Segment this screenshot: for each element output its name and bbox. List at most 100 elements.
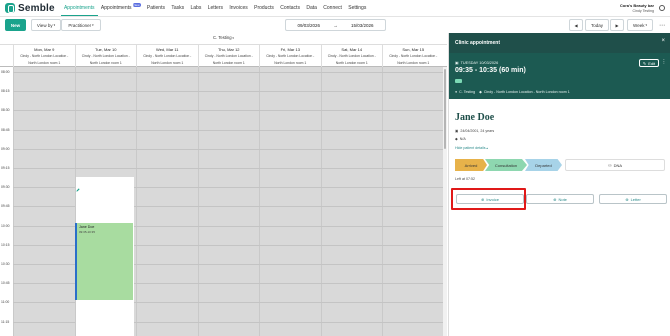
user-account-icon[interactable]: [659, 5, 665, 11]
account-menu[interactable]: Cora's Beauty bar Cindy Testing: [620, 3, 654, 13]
time-gridline: [13, 72, 443, 73]
time-label: 10:00: [1, 223, 10, 228]
panel-title: Clinic appointment: [455, 40, 500, 46]
day-name: Tue, Mar 10: [95, 47, 117, 52]
close-icon[interactable]: ×: [661, 38, 665, 44]
top-nav: Semble Appointments Appointments New Pati…: [0, 0, 670, 17]
date-range-picker[interactable]: 09/03/2026 → 15/03/2026: [285, 19, 386, 31]
time-label: 08:45: [1, 127, 10, 132]
time-label: 10:30: [1, 262, 10, 266]
edit-label: Edit: [648, 60, 656, 66]
practitioner-filter[interactable]: C. Testing ▾: [0, 33, 447, 42]
next-week-button[interactable]: ▶: [610, 19, 624, 31]
date-text: TUESDAY 10/03/2026: [460, 60, 499, 65]
patient-name[interactable]: Jane Doe: [455, 112, 494, 123]
nav-label: Patients: [146, 5, 165, 11]
chevron-down-icon: ▾: [53, 23, 56, 27]
today-button[interactable]: Today: [585, 19, 609, 31]
stage-arrived[interactable]: Arrived: [455, 159, 487, 171]
nav-letters[interactable]: Letters: [205, 0, 227, 16]
nav-label: Settings: [348, 5, 367, 11]
plus-circle-icon: ⊕: [625, 196, 629, 202]
day-header[interactable]: Sat, Mar 14 Cindy - North London Location…: [320, 45, 383, 68]
stage-consultation[interactable]: Consultation: [485, 159, 527, 171]
appointment-meta: ● C. Testing ◆ Cindy - North London Locati…: [455, 90, 570, 94]
nav-patients[interactable]: Patients: [144, 0, 168, 16]
practitioner-dropdown[interactable]: Practitioner ▾: [61, 19, 101, 31]
edit-button[interactable]: ✎ Edit: [639, 59, 659, 67]
appointment-summary: ▣ TUESDAY 10/03/2026 09:35 - 10:35 (60 mi…: [449, 53, 670, 99]
calendar-grid[interactable]: 08:00 08:15 08:30 08:45 09:00 09:15 09:30 09:45…: [0, 67, 443, 336]
nav-appointments-new[interactable]: Appointments New: [98, 0, 144, 16]
nav-products[interactable]: Products: [251, 0, 277, 16]
note-button[interactable]: ⊕ Note: [526, 194, 594, 204]
time-gridline: [13, 129, 443, 131]
day-column[interactable]: [320, 67, 383, 336]
day-column[interactable]: [13, 67, 75, 336]
day-header[interactable]: Thu, Mar 12 Cindy - North London Location…: [197, 45, 260, 68]
nav-tasks[interactable]: Tasks: [168, 0, 187, 16]
day-column[interactable]: [382, 67, 444, 336]
nav-label: Letters: [207, 5, 224, 11]
day-header[interactable]: Tue, Mar 10 Cindy - North London Location…: [74, 45, 137, 68]
nav-appointments[interactable]: Appointments: [60, 0, 98, 16]
day-header[interactable]: Mon, Mar 9 Cindy - North London Location …: [13, 45, 75, 68]
appointment-block[interactable]: Jane Doe 09:35-10:35: [75, 223, 133, 300]
location-line: Cindy - North London Location -: [143, 54, 192, 58]
day-header[interactable]: Sun, Mar 15 Cindy - North London Location…: [382, 45, 444, 68]
new-button[interactable]: New: [5, 19, 26, 31]
semble-logo[interactable]: Semble: [5, 3, 55, 14]
more-options-icon[interactable]: ⋯: [656, 19, 668, 31]
nav-label: Appointments: [63, 4, 95, 11]
week-calendar: C. Testing ▾ Mon, Mar 9 Cindy - North Lon…: [0, 33, 447, 336]
appointment-date: ▣ TUESDAY 10/03/2026: [455, 60, 499, 66]
day-column[interactable]: [197, 67, 260, 336]
location-line: Cindy - North London Location -: [20, 54, 69, 58]
day-column[interactable]: [259, 67, 321, 336]
time-label: 09:30: [1, 185, 10, 190]
previous-week-button[interactable]: ◀: [569, 19, 583, 31]
plus-circle-icon: ⊕: [553, 196, 557, 202]
nav-label: Invoices: [229, 5, 248, 11]
address-text: N/A: [459, 137, 466, 141]
pencil-icon[interactable]: [76, 179, 80, 192]
time-column: 08:00 08:15 08:30 08:45 09:00 09:15 09:30 09:45…: [0, 67, 13, 336]
nav-label: Labs: [190, 5, 202, 11]
nav-invoices[interactable]: Invoices: [226, 0, 251, 16]
dna-label: DNA: [613, 162, 623, 168]
dna-button[interactable]: ⚇ DNA: [565, 159, 665, 171]
hide-patient-details-link[interactable]: Hide patient details ▴: [455, 146, 488, 150]
nav-connect[interactable]: Connect: [320, 0, 345, 16]
nav-data[interactable]: Data: [303, 0, 320, 16]
status-pill: [455, 79, 462, 83]
appointment-time: 09:35 - 10:35 (60 min): [455, 67, 526, 74]
stage-departed[interactable]: Departed: [525, 159, 562, 171]
week-label: Week: [633, 22, 645, 28]
panel-header: Clinic appointment ×: [449, 33, 670, 53]
letter-button[interactable]: ⊕ Letter: [599, 194, 667, 204]
room-line: North London room 1: [335, 61, 368, 65]
practitioner-label: Practitioner: [68, 22, 92, 28]
day-header[interactable]: Fri, Mar 13 Cindy - North London Location…: [259, 45, 321, 68]
invoice-highlight-box: [451, 188, 526, 210]
calendar-scroll-thumb[interactable]: [444, 69, 446, 149]
chevron-left-icon: ◀: [574, 22, 578, 28]
day-column[interactable]: [136, 67, 198, 336]
nav-settings[interactable]: Settings: [345, 0, 369, 16]
pencil-icon: ✎: [642, 60, 647, 66]
time-gridline: [13, 110, 443, 112]
clinic-name: Cora's Beauty bar: [619, 3, 654, 8]
view-by-dropdown[interactable]: View by ▾: [31, 19, 61, 31]
room-line: North London room 1: [89, 61, 122, 65]
kebab-menu-icon[interactable]: ⋮: [661, 59, 667, 67]
day-header[interactable]: Wed, Mar 11 Cindy - North London Location…: [136, 45, 198, 68]
date-from: 09/03/2026: [297, 22, 321, 28]
nav-labs[interactable]: Labs: [187, 0, 204, 16]
note-label: Note: [558, 196, 567, 202]
time-label: 09:15: [1, 166, 10, 170]
week-view-dropdown[interactable]: Week ▾: [627, 19, 653, 31]
nav-contacts[interactable]: Contacts: [277, 0, 303, 16]
view-by-label: View by: [36, 22, 53, 28]
room-line: North London room 1: [151, 61, 184, 65]
appointment-patient: Jane Doe: [79, 225, 95, 229]
